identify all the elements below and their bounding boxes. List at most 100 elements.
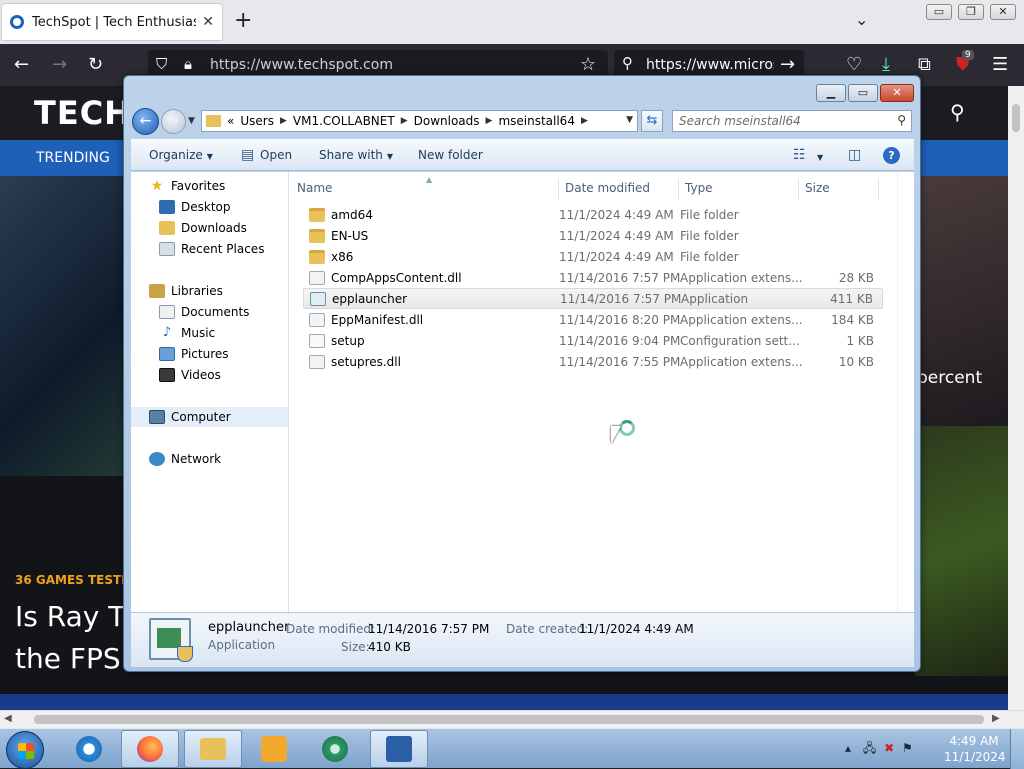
- nav-downloads[interactable]: Downloads: [159, 218, 247, 238]
- site-search-icon[interactable]: ⚲: [950, 100, 965, 124]
- nav-trending[interactable]: TRENDING: [36, 150, 110, 166]
- shield-icon[interactable]: ⛉: [156, 55, 167, 73]
- file-row[interactable]: EN-US 11/1/2024 4:49 AM File folder: [303, 225, 883, 246]
- clock[interactable]: 4:49 AM 11/1/2024: [944, 733, 1006, 765]
- breadcrumb-separator-icon[interactable]: ▶: [581, 116, 588, 126]
- column-date-modified[interactable]: Date modified: [559, 178, 679, 200]
- refresh-button[interactable]: ⇆: [641, 110, 663, 132]
- breadcrumb-mseinstall64[interactable]: mseinstall64: [498, 114, 575, 128]
- share-with-button[interactable]: Share with ▼: [319, 148, 393, 162]
- restore-button[interactable]: ❐: [958, 4, 984, 20]
- address-dropdown-icon[interactable]: ▼: [626, 115, 633, 125]
- go-arrow-icon[interactable]: →: [780, 54, 795, 75]
- explorer-maximize-button[interactable]: ▭: [848, 84, 878, 102]
- nav-videos[interactable]: Videos: [159, 365, 221, 385]
- tab-close-icon[interactable]: ✕: [202, 14, 214, 30]
- hero-image-right-lower[interactable]: [915, 426, 1008, 676]
- bookmark-star-icon[interactable]: ☆: [580, 54, 596, 75]
- column-size[interactable]: Size: [799, 178, 879, 200]
- hero-image-left[interactable]: [0, 176, 130, 476]
- page-vertical-scrollbar[interactable]: [1008, 86, 1024, 710]
- address-bar[interactable]: « Users ▶ VM1.COLLABNET ▶ Downloads ▶ msein…: [201, 110, 638, 132]
- column-type[interactable]: Type: [679, 178, 799, 200]
- file-row[interactable]: amd64 11/1/2024 4:49 AM File folder: [303, 204, 883, 225]
- breadcrumb-downloads[interactable]: Downloads: [414, 114, 480, 128]
- start-button[interactable]: [6, 731, 44, 769]
- minimize-button[interactable]: ▭: [926, 4, 952, 20]
- article-headline[interactable]: Is Ray T the FPS: [15, 596, 130, 680]
- column-name[interactable]: Name ▲: [291, 175, 559, 200]
- scrollbar-thumb-horizontal[interactable]: [34, 715, 984, 724]
- nav-computer[interactable]: Computer: [131, 407, 288, 427]
- new-folder-button[interactable]: New folder: [418, 148, 483, 162]
- nav-favorites[interactable]: ★ Favorites: [149, 176, 226, 196]
- action-center-flag-icon[interactable]: ⚑: [902, 741, 913, 755]
- taskbar-firefox[interactable]: [121, 730, 179, 768]
- file-size: 1 KB: [846, 333, 874, 348]
- taskbar-media-player[interactable]: [245, 730, 303, 768]
- view-options-dropdown[interactable]: ▼: [813, 149, 823, 163]
- file-list-scrollbar[interactable]: [897, 172, 914, 612]
- help-icon[interactable]: ?: [883, 147, 900, 164]
- nav-libraries[interactable]: Libraries: [149, 281, 223, 301]
- show-desktop-button[interactable]: [1010, 729, 1024, 769]
- forward-button[interactable]: →: [161, 109, 186, 134]
- forward-arrow-icon[interactable]: →: [52, 54, 67, 75]
- breadcrumb-vm1[interactable]: VM1.COLLABNET: [293, 114, 395, 128]
- preview-pane-icon[interactable]: ◫: [848, 147, 861, 163]
- back-button[interactable]: ←: [132, 108, 159, 135]
- pocket-icon[interactable]: ♡: [846, 54, 862, 75]
- list-all-tabs-icon[interactable]: ⌄: [855, 10, 868, 29]
- article-text-right[interactable]: percent: [917, 368, 982, 388]
- file-row[interactable]: EppManifest.dll 11/14/2016 8:20 PM Applica…: [303, 309, 883, 330]
- nav-desktop[interactable]: Desktop: [159, 197, 231, 217]
- tray-expand-icon[interactable]: ▴: [845, 741, 851, 755]
- back-arrow-icon[interactable]: ←: [14, 54, 29, 75]
- reload-icon[interactable]: ↻: [88, 54, 103, 75]
- scrollbar-thumb[interactable]: [1012, 104, 1020, 132]
- organize-button[interactable]: Organize ▼: [149, 148, 213, 162]
- lock-icon[interactable]: 🔒︎: [184, 55, 192, 73]
- nav-network[interactable]: Network: [149, 449, 221, 469]
- file-row[interactable]: setup 11/14/2016 9:04 PM Configuration set…: [303, 330, 883, 351]
- browser-tab-techspot[interactable]: TechSpot | Tech Enthusiasts, Po ✕: [2, 4, 222, 40]
- site-logo[interactable]: TECH: [34, 94, 132, 132]
- file-row[interactable]: x86 11/1/2024 4:49 AM File folder: [303, 246, 883, 267]
- explorer-close-button[interactable]: ✕: [880, 84, 914, 102]
- breadcrumb-separator-icon[interactable]: ▶: [401, 116, 408, 126]
- extensions-icon[interactable]: ⧉: [918, 54, 931, 75]
- breadcrumb-separator-icon[interactable]: ▶: [486, 116, 493, 126]
- menu-hamburger-icon[interactable]: ☰: [992, 54, 1008, 75]
- network-icon: [149, 452, 165, 466]
- download-icon[interactable]: ⤓: [882, 54, 890, 75]
- recent-pages-dropdown-icon[interactable]: ▼: [188, 116, 195, 126]
- nav-documents[interactable]: Documents: [159, 302, 249, 322]
- scroll-left-icon[interactable]: ◀: [4, 713, 12, 724]
- file-row[interactable]: epplauncher 11/14/2016 7:57 PM Application…: [303, 288, 883, 309]
- article-tag[interactable]: 36 GAMES TESTE: [15, 573, 129, 587]
- volume-muted-icon[interactable]: ✖: [884, 741, 894, 755]
- change-view-icon[interactable]: ☷: [793, 147, 806, 163]
- nav-music[interactable]: ♪ Music: [159, 323, 215, 343]
- address-overflow[interactable]: «: [227, 114, 234, 128]
- nav-pictures[interactable]: Pictures: [159, 344, 229, 364]
- scroll-right-icon[interactable]: ▶: [992, 713, 1000, 724]
- taskbar-internet-explorer[interactable]: [60, 730, 118, 768]
- new-tab-button[interactable]: +: [234, 8, 252, 33]
- open-button[interactable]: Open: [260, 148, 292, 162]
- page-horizontal-scrollbar[interactable]: ◀ ▶: [0, 710, 1024, 728]
- network-tray-icon[interactable]: 🖧︎: [863, 741, 876, 755]
- search-input[interactable]: Search mseinstall64 ⚲: [672, 110, 912, 132]
- file-row[interactable]: CompAppsContent.dll 11/14/2016 7:57 PM App…: [303, 267, 883, 288]
- breadcrumb-users[interactable]: Users: [240, 114, 274, 128]
- breadcrumb-separator-icon[interactable]: ▶: [280, 116, 287, 126]
- taskbar-installer[interactable]: [370, 730, 428, 768]
- hero-image-right[interactable]: [915, 176, 1008, 426]
- nav-recent-places[interactable]: Recent Places: [159, 239, 264, 259]
- close-window-button[interactable]: ✕: [990, 4, 1016, 20]
- taskbar-file-explorer[interactable]: [184, 730, 242, 768]
- taskbar-app-green[interactable]: [306, 730, 364, 768]
- file-row[interactable]: setupres.dll 11/14/2016 7:55 PM Applicatio…: [303, 351, 883, 372]
- explorer-minimize-button[interactable]: ▁: [816, 84, 846, 102]
- open-icon[interactable]: ▤: [241, 147, 254, 163]
